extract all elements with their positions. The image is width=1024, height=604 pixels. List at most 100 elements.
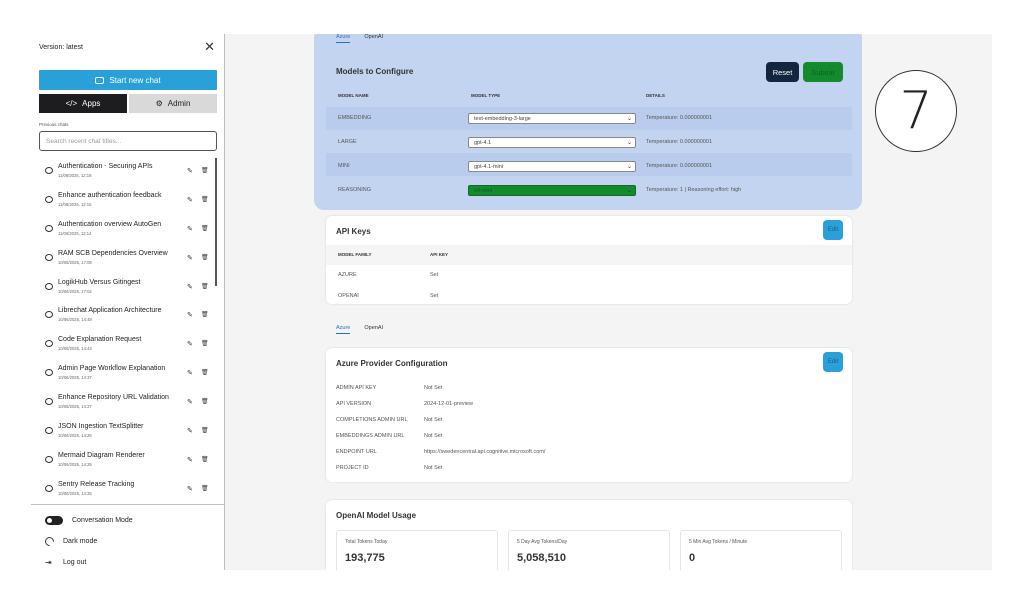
trash-icon[interactable]: 🗑	[201, 398, 209, 405]
tab-azure[interactable]: Azure	[336, 34, 351, 43]
chevron-down-icon: ⌄	[626, 164, 632, 170]
header-details: DETAILS	[646, 93, 665, 98]
model-type-select[interactable]: text-embedding-3-large ⌄	[468, 113, 636, 124]
chat-item[interactable]: Admin Page Workflow Explanation 10/06/20…	[39, 359, 217, 388]
chat-item[interactable]: Sentry Release Tracking 10/06/2025, 14:2…	[39, 475, 217, 504]
chat-item[interactable]: Mermaid Diagram Renderer 10/06/2025, 14:…	[39, 446, 217, 475]
chat-date: 10/06/2025, 14:26	[58, 433, 92, 439]
chat-item[interactable]: LogikHub Versus Gitingest 10/06/2025, 17…	[39, 273, 217, 302]
api-key-status: Set	[430, 293, 439, 299]
chat-title: Mermaid Diagram Renderer	[58, 451, 145, 459]
trash-icon[interactable]: 🗑	[201, 427, 209, 434]
config-value: https://swedencentral.api.cognitive.micr…	[424, 449, 546, 455]
model-type-select[interactable]: gpt-4.1 ⌄	[468, 137, 636, 148]
admin-button[interactable]: ⚙ Admin	[129, 94, 217, 113]
pencil-icon[interactable]: ✎	[187, 369, 193, 377]
trash-icon[interactable]: 🗑	[201, 196, 209, 203]
chat-bubble-icon	[45, 484, 53, 492]
trash-icon[interactable]: 🗑	[201, 369, 209, 376]
config-label: PROJECT ID	[336, 465, 369, 471]
header-api-key: API KEY	[430, 252, 449, 257]
sidebar-divider	[31, 504, 225, 505]
chat-title: JSON Ingestion TextSplitter	[58, 423, 144, 431]
pencil-icon[interactable]: ✎	[187, 254, 193, 262]
chat-title: Enhance authentication feedback	[58, 191, 162, 199]
stat-value: 5,058,510	[517, 552, 566, 564]
chat-title: LogikHub Versus Gitingest	[58, 278, 141, 286]
trash-icon[interactable]: 🗑	[201, 485, 209, 492]
edit-api-keys-button[interactable]: Edit	[823, 220, 843, 240]
trash-icon[interactable]: 🗑	[201, 311, 209, 318]
pencil-icon[interactable]: ✎	[187, 427, 193, 435]
header-model-type: MODEL TYPE	[471, 93, 501, 98]
trash-icon[interactable]: 🗑	[201, 456, 209, 463]
close-icon[interactable]: ✕	[204, 40, 215, 54]
tab-openai[interactable]: OpenAI	[364, 325, 383, 334]
chat-list-scrollbar[interactable]	[215, 158, 217, 286]
chat-item[interactable]: Code Explanation Request 10/06/2025, 14:…	[39, 330, 217, 359]
log-out-button[interactable]: ⇥ Log out	[45, 552, 215, 573]
model-name: LARGE	[338, 139, 357, 145]
model-family: OPENAI	[338, 293, 359, 299]
chat-item[interactable]: JSON Ingestion TextSplitter 10/06/2025, …	[39, 417, 217, 446]
conversation-mode-toggle[interactable]: Conversation Mode	[45, 510, 215, 531]
search-input[interactable]: Search recent chat titles...	[39, 131, 217, 151]
pencil-icon[interactable]: ✎	[187, 485, 193, 493]
toggle-icon	[45, 516, 63, 525]
trash-icon[interactable]: 🗑	[201, 340, 209, 347]
pencil-icon[interactable]: ✎	[187, 225, 193, 233]
trash-icon[interactable]: 🗑	[201, 167, 209, 174]
trash-icon[interactable]: 🗑	[201, 254, 209, 261]
header-model-name: MODEL NAME	[338, 93, 369, 98]
chat-title: Authentication - Securing APIs	[58, 163, 153, 170]
pencil-icon[interactable]: ✎	[187, 283, 193, 291]
chat-date: 10/06/2025, 14:25	[58, 461, 92, 467]
model-type-select[interactable]: o4-mini ⌄	[468, 185, 636, 196]
chat-bubble-icon	[45, 340, 53, 348]
reset-button[interactable]: Reset	[766, 62, 799, 82]
header-model-family: MODEL FAMILY	[338, 252, 372, 257]
chat-item[interactable]: Authentication overview AutoGen 11/06/20…	[39, 215, 217, 244]
tab-openai[interactable]: OpenAI	[364, 34, 383, 43]
apps-button[interactable]: </> Apps	[39, 94, 127, 113]
chat-title: Code Explanation Request	[58, 336, 142, 344]
stat-label: Total Tokens Today	[345, 539, 388, 545]
models-tabs: Azure OpenAI	[336, 34, 383, 43]
model-type-value: gpt-4.1	[474, 139, 492, 146]
trash-icon[interactable]: 🗑	[201, 225, 209, 232]
dark-mode-button[interactable]: Dark mode	[43, 531, 215, 552]
pencil-icon[interactable]: ✎	[187, 311, 193, 319]
model-type-select[interactable]: gpt-4.1-mini ⌄	[468, 161, 636, 172]
config-value: Not Set	[424, 417, 443, 423]
admin-label: Admin	[167, 99, 191, 108]
model-name: REASONING	[338, 187, 372, 193]
previous-chats-label: Previous chats	[39, 122, 69, 127]
chat-item[interactable]: Authentication - Securing APIs 11/06/202…	[39, 157, 217, 186]
chat-item[interactable]: Enhance Repository URL Validation 10/06/…	[39, 388, 217, 417]
chat-item[interactable]: RAM SCB Dependencies Overview 10/06/2025…	[39, 244, 217, 273]
stat-value: 193,775	[345, 552, 385, 564]
submit-button[interactable]: Submit	[803, 62, 843, 82]
config-label: ADMIN API KEY	[336, 385, 377, 391]
chat-bubble-icon	[45, 369, 53, 377]
pencil-icon[interactable]: ✎	[187, 456, 193, 464]
pencil-icon[interactable]: ✎	[187, 398, 193, 406]
edit-provider-button[interactable]: Edit	[823, 352, 843, 372]
chevron-down-icon: ⌄	[626, 188, 632, 194]
start-new-chat-button[interactable]: Start new chat	[39, 70, 217, 90]
trash-icon[interactable]: 🗑	[201, 283, 209, 290]
chat-item[interactable]: Librechat Application Architecture 10/06…	[39, 301, 217, 330]
chat-bubble-icon	[45, 455, 53, 463]
pencil-icon[interactable]: ✎	[187, 340, 193, 348]
conversation-mode-label: Conversation Mode	[72, 517, 133, 524]
config-value: Not Set	[424, 385, 443, 391]
pencil-icon[interactable]: ✎	[187, 167, 193, 175]
stat-avg-tokens-minute: 5 Min Avg Tokens / Minute 0	[680, 530, 842, 570]
tab-azure[interactable]: Azure	[336, 325, 351, 334]
config-value: 2024-12-01-preview	[424, 401, 473, 407]
pencil-icon[interactable]: ✎	[187, 196, 193, 204]
config-value: Not Set	[424, 465, 443, 471]
model-type-value: text-embedding-3-large	[474, 115, 531, 122]
chat-date: 10/06/2025, 17:02	[58, 288, 92, 294]
chat-item[interactable]: Enhance authentication feedback 11/06/20…	[39, 186, 217, 215]
